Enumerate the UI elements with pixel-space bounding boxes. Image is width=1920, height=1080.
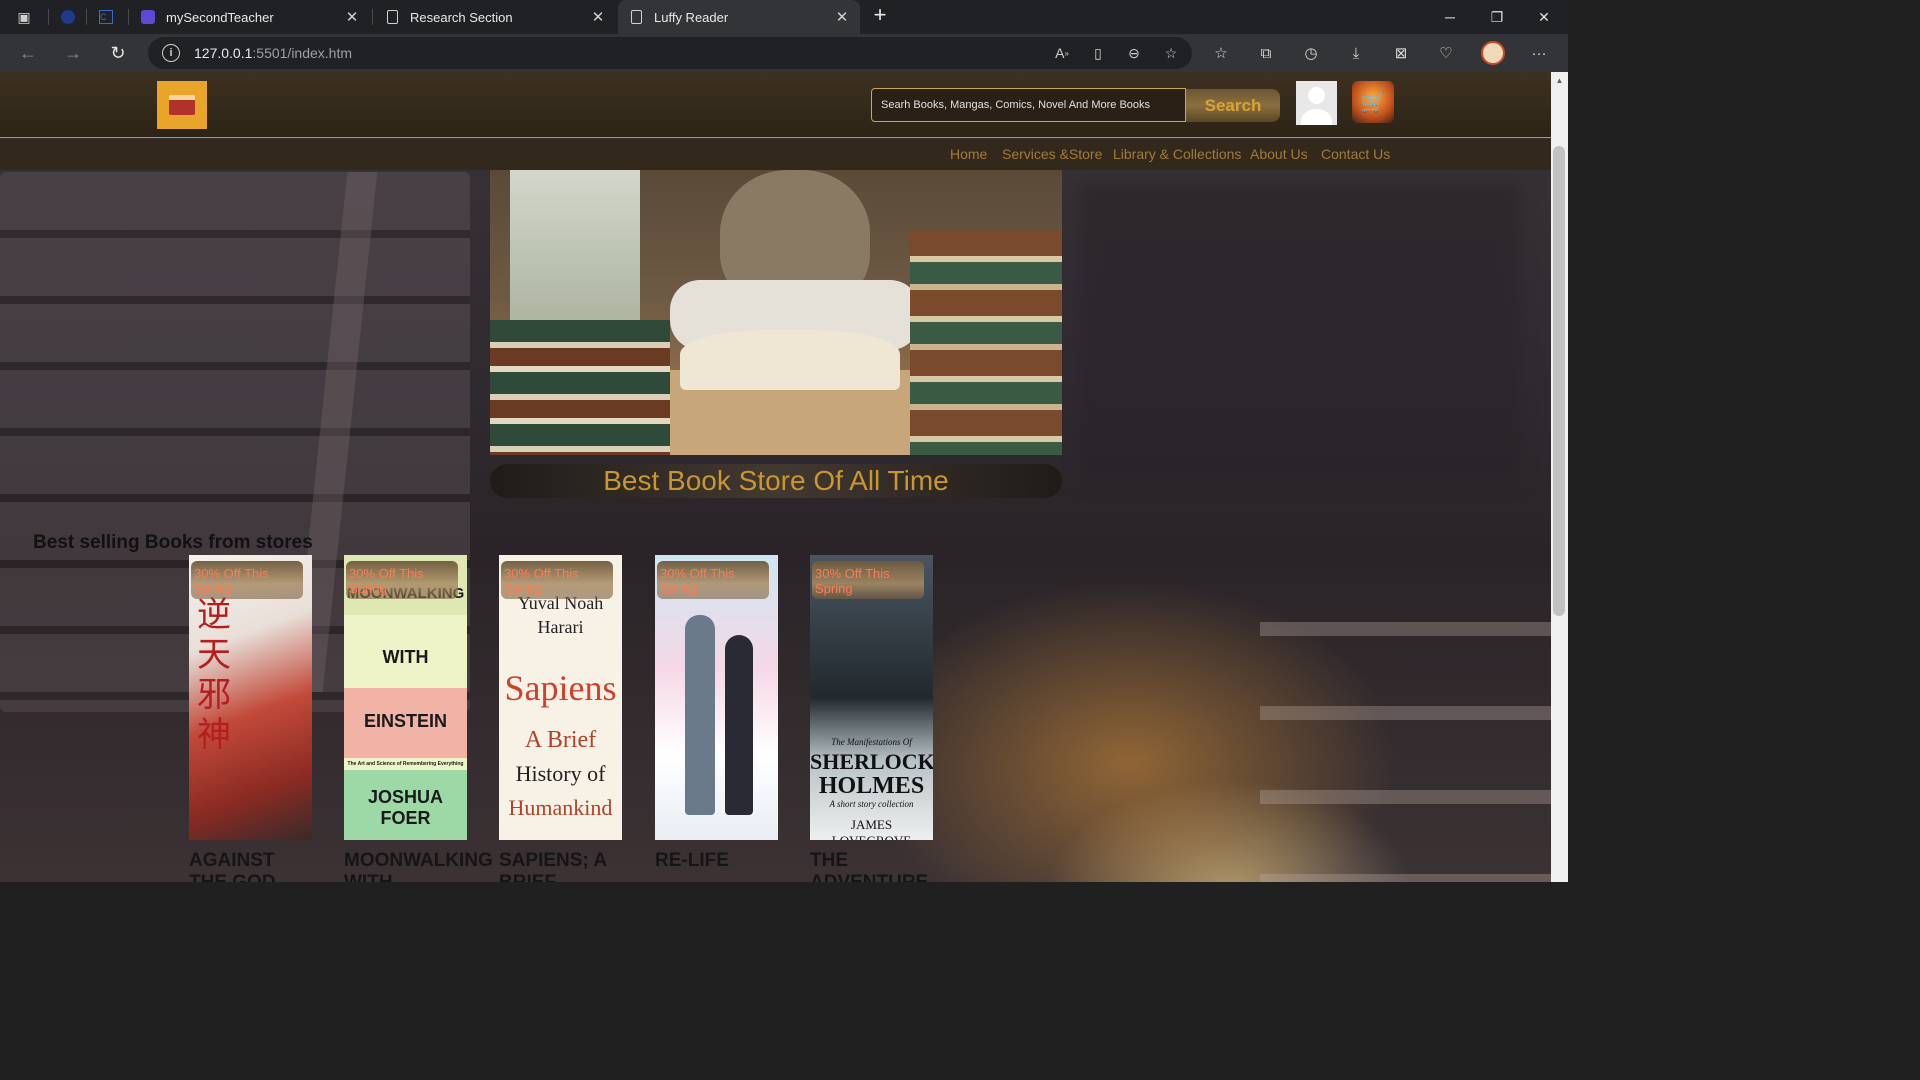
scroll-up-icon[interactable]: ▲: [1551, 76, 1568, 85]
refresh-icon[interactable]: ↻: [105, 41, 131, 65]
tab-separator: [128, 9, 129, 25]
browser-tab-bar: ▣ C mySecondTeacher ✕ Research Section ✕…: [0, 0, 1568, 34]
background-shadow: [1080, 182, 1520, 482]
search-input[interactable]: [871, 88, 1186, 122]
site-header: Search 🛒: [0, 72, 1551, 138]
tab-separator: [48, 9, 49, 25]
discount-badge: 30% Off This Spring: [346, 561, 458, 599]
site-info-icon[interactable]: i: [162, 44, 180, 62]
book-title-cont: BRIEF: [499, 872, 556, 882]
book-title[interactable]: SAPIENS; A: [499, 849, 659, 872]
cart-icon[interactable]: 🛒: [1352, 81, 1394, 123]
discount-badge: 30% Off This Spring: [191, 561, 303, 599]
close-window-icon[interactable]: ✕: [1521, 0, 1567, 34]
add-favorite-icon[interactable]: ☆: [1161, 44, 1181, 62]
book-card[interactable]: MOONWALKING WITH EINSTEIN The Art and Sc…: [344, 555, 467, 840]
tab-actions-icon[interactable]: ▣: [14, 7, 34, 27]
book-card[interactable]: 逆天邪神 30% Off This Spring: [189, 555, 312, 840]
page-scrollbar[interactable]: ▲: [1551, 72, 1568, 882]
nav-library-collections[interactable]: Library & Collections: [1113, 146, 1241, 162]
downloads-icon[interactable]: ⤓: [1345, 43, 1367, 63]
address-bar[interactable]: i 127.0.0.1:5501/index.htm A» ▯ ⊖ ☆: [148, 37, 1192, 69]
tab-title: Luffy Reader: [654, 9, 729, 25]
page-viewport: Search 🛒 Home Services &Store Library & …: [0, 72, 1551, 882]
collections-icon[interactable]: ⧉: [1255, 43, 1277, 63]
tab-luffy-reader[interactable]: Luffy Reader ✕: [618, 0, 860, 34]
section-title: Best selling Books from stores: [33, 532, 313, 553]
page-icon: [384, 9, 400, 25]
close-tab-icon[interactable]: ✕: [834, 8, 850, 26]
tab-research-section[interactable]: Research Section ✕: [374, 0, 616, 34]
book-title-cont: ADVENTURE: [810, 872, 928, 882]
nav-home[interactable]: Home: [950, 146, 987, 162]
book-title-cont: THE GOD: [189, 872, 276, 882]
nav-contact-us[interactable]: Contact Us: [1321, 146, 1390, 162]
discount-badge: 30% Off This Spring: [657, 561, 769, 599]
tab-title: Research Section: [410, 9, 513, 25]
tab-separator: [372, 9, 373, 25]
history-icon[interactable]: ◷: [1300, 43, 1322, 63]
read-aloud-icon[interactable]: A»: [1052, 44, 1072, 62]
url-text[interactable]: 127.0.0.1:5501/index.htm: [194, 45, 352, 61]
book-card[interactable]: The Manifestations Of SHERLOCK HOLMES A …: [810, 555, 933, 840]
search-button[interactable]: Search: [1186, 89, 1280, 122]
scrollbar-thumb[interactable]: [1553, 146, 1565, 616]
main-nav: Home Services &Store Library & Collectio…: [0, 139, 1551, 170]
site-favicon-icon: [140, 9, 156, 25]
new-tab-icon[interactable]: +: [868, 4, 892, 28]
close-tab-icon[interactable]: ✕: [590, 8, 606, 26]
forward-icon[interactable]: →: [60, 41, 86, 65]
tab-mysecondteacher[interactable]: mySecondTeacher ✕: [130, 0, 370, 34]
book-title[interactable]: AGAINST: [189, 849, 349, 872]
tab-separator: [86, 9, 87, 25]
nav-services-store[interactable]: Services &Store: [1002, 146, 1102, 162]
browser-toolbar: ← → ↻ i 127.0.0.1:5501/index.htm A» ▯ ⊖ …: [0, 34, 1568, 72]
profile-avatar[interactable]: [1481, 41, 1505, 65]
book-card[interactable]: Yuval Noah Harari Sapiens A Brief Histor…: [499, 555, 622, 840]
hero-image: [490, 170, 1062, 455]
book-title[interactable]: RE-LIFE: [655, 849, 815, 872]
treasure-chest-icon: [169, 95, 195, 115]
pinned-tab-icon[interactable]: [58, 7, 78, 27]
pinned-tab-icon[interactable]: C: [96, 7, 116, 27]
page-icon: [628, 9, 644, 25]
favorites-icon[interactable]: ☆: [1210, 43, 1232, 63]
user-account-icon[interactable]: [1296, 81, 1337, 125]
book-title[interactable]: THE: [810, 849, 970, 872]
book-title[interactable]: MOONWALKING: [344, 849, 504, 872]
book-title-cont: WITH: [344, 872, 393, 882]
math-solver-icon[interactable]: ⊠: [1390, 43, 1412, 63]
zoom-out-icon[interactable]: ⊖: [1124, 44, 1144, 62]
reader-view-icon[interactable]: ▯: [1088, 44, 1108, 62]
discount-badge: 30% Off This Spring: [812, 561, 924, 599]
hero-tagline: Best Book Store Of All Time: [490, 464, 1062, 498]
tab-title: mySecondTeacher: [166, 9, 274, 25]
browser-essentials-icon[interactable]: ♡: [1435, 43, 1457, 63]
minimize-icon[interactable]: ─: [1427, 0, 1473, 34]
site-logo[interactable]: [157, 81, 207, 129]
back-icon[interactable]: ←: [15, 41, 41, 65]
discount-badge: 30% Off This Spring: [501, 561, 613, 599]
book-card[interactable]: 30% Off This Spring: [655, 555, 778, 840]
close-tab-icon[interactable]: ✕: [344, 8, 360, 26]
more-icon[interactable]: ···: [1528, 43, 1550, 63]
nav-about-us[interactable]: About Us: [1250, 146, 1308, 162]
background-ladder: [1260, 552, 1551, 882]
restore-icon[interactable]: ❐: [1474, 0, 1520, 34]
